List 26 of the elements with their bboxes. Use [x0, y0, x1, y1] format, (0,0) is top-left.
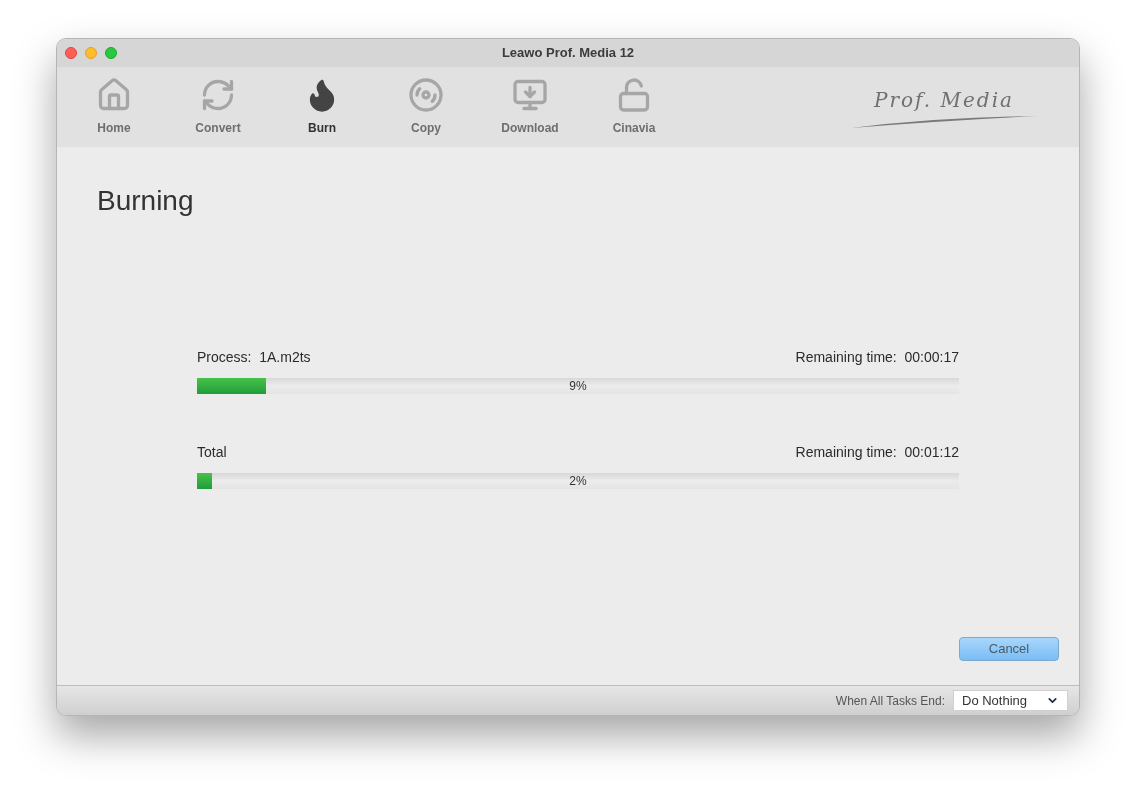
toolbar-tab[interactable]: Copy: [374, 77, 478, 137]
toolbar-tab[interactable]: Convert: [166, 77, 270, 137]
logo-text: Prof. Media: [874, 87, 1014, 114]
monitor-download-icon: [512, 77, 548, 113]
progress-percent: 9%: [569, 378, 587, 394]
house-icon: [96, 77, 132, 113]
tasks-end-label: When All Tasks End:: [835, 692, 945, 710]
window-title: Leawo Prof. Media 12: [501, 44, 635, 63]
minimize-button[interactable]: [85, 47, 97, 59]
progress-label: Process: 1A.m2ts: [197, 348, 311, 367]
toolbar-tab[interactable]: Download: [478, 77, 582, 137]
toolbar-tab[interactable]: Home: [62, 77, 166, 137]
close-button[interactable]: [65, 47, 77, 59]
tasks-end-dropdown[interactable]: Do Nothing: [953, 690, 1068, 711]
cancel-button[interactable]: Cancel: [959, 637, 1059, 661]
toolbar-tab[interactable]: Burn: [270, 77, 374, 137]
page-heading: Burning: [97, 187, 194, 215]
progress-label: Total: [197, 443, 227, 462]
zoom-button[interactable]: [105, 47, 117, 59]
open-padlock-icon: [616, 77, 652, 113]
disc-icon: [408, 77, 444, 113]
remaining-time: Remaining time: 00:01:12: [795, 443, 959, 462]
remaining-time: Remaining time: 00:00:17: [795, 348, 959, 367]
toolbar-tab[interactable]: Cinavia: [582, 77, 686, 137]
progress-percent: 2%: [569, 473, 587, 489]
refresh-arrows-icon: [200, 77, 236, 113]
